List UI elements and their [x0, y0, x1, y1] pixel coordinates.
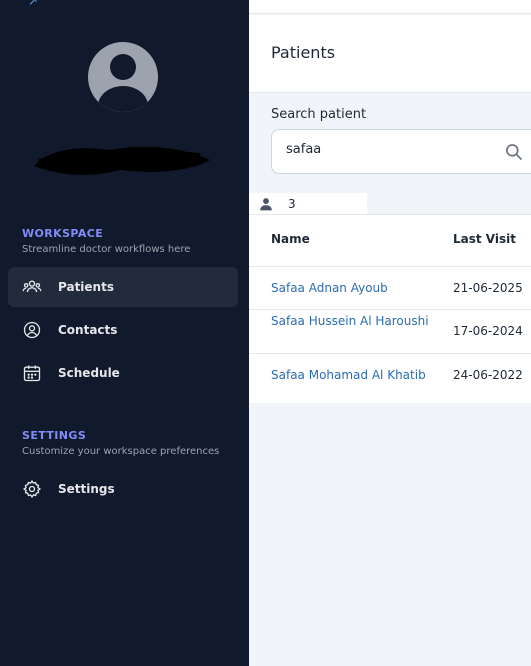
top-bar [249, 0, 531, 14]
calendar-icon [22, 363, 42, 383]
sidebar-item-contacts[interactable]: Contacts [8, 310, 238, 350]
sidebar-item-label: Settings [58, 482, 115, 496]
sidebar-item-schedule[interactable]: Schedule [8, 353, 238, 393]
table-row[interactable]: Safaa Adnan Ayoub 21-06-2025 [249, 267, 531, 310]
search-icon[interactable] [504, 142, 524, 162]
user-avatar[interactable] [88, 42, 158, 112]
search-label: Search patient [271, 107, 367, 122]
workspace-section-subtitle: Streamline doctor workflows here [22, 244, 191, 255]
result-count-badge: 3 [249, 193, 367, 215]
sidebar-item-label: Patients [58, 280, 114, 294]
result-count: 3 [288, 197, 296, 211]
sidebar-item-patients[interactable]: Patients [8, 267, 238, 307]
table-header: Name Last Visit [249, 215, 531, 267]
last-visit-date: 24-06-2022 [453, 368, 523, 382]
table-row[interactable]: Safaa Hussein Al Haroushi 17-06-2024 [249, 310, 531, 354]
settings-section-title: SETTINGS [22, 429, 87, 442]
workspace-section-title: WORKSPACE [22, 227, 104, 240]
patient-name-link[interactable]: Safaa Hussein Al Haroushi [271, 311, 441, 331]
patient-name-link[interactable]: Safaa Mohamad Al Khatib [271, 365, 471, 385]
page-header: Patients [249, 15, 531, 93]
user-circle-icon [22, 320, 42, 340]
column-header-last-visit[interactable]: Last Visit [453, 232, 516, 246]
page-title: Patients [271, 43, 336, 62]
redacted-username [34, 146, 210, 175]
sidebar-item-label: Schedule [58, 366, 120, 380]
sidebar-item-settings[interactable]: Settings [8, 469, 238, 509]
last-visit-date: 21-06-2025 [453, 281, 523, 295]
user-icon [260, 198, 272, 211]
gear-icon [22, 479, 42, 499]
settings-section-subtitle: Customize your workspace preferences [22, 446, 220, 457]
back-arrow-icon[interactable]: ↗ [28, 0, 38, 8]
last-visit-date: 17-06-2024 [453, 324, 523, 338]
search-input[interactable] [286, 142, 486, 157]
patient-name-link[interactable]: Safaa Adnan Ayoub [271, 278, 441, 298]
table-row[interactable]: Safaa Mohamad Al Khatib 24-06-2022 [249, 354, 531, 397]
users-icon [22, 277, 42, 297]
sidebar-item-label: Contacts [58, 323, 118, 337]
search-field[interactable] [271, 129, 531, 174]
sidebar: ↗ WORKSPACE Streamline doctor workflows … [0, 0, 249, 666]
patients-table: Name Last Visit Safaa Adnan Ayoub 21-06-… [249, 214, 531, 403]
column-header-name[interactable]: Name [271, 232, 310, 246]
